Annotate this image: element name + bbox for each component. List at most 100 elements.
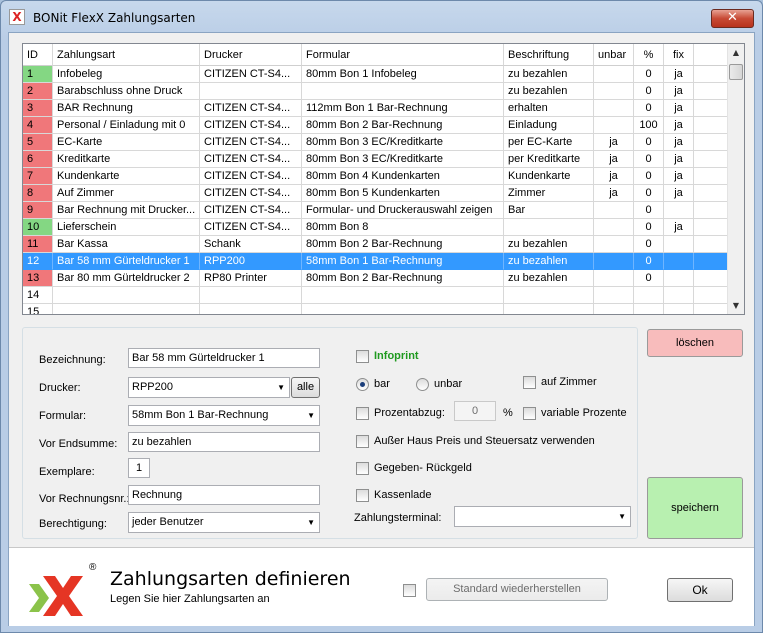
standard-restore-button[interactable]: Standard wiederherstellen [426, 578, 608, 601]
table-row[interactable]: 9 Bar Rechnung mit Drucker... CITIZEN CT-S… [23, 202, 729, 219]
prozentabzug-checkbox[interactable] [356, 407, 369, 420]
col-header-formular[interactable]: Formular [302, 44, 504, 66]
col-header-zahlungsart[interactable]: Zahlungsart [53, 44, 200, 66]
cell-unbar [594, 100, 634, 117]
cell-unbar [594, 83, 634, 100]
table-row[interactable]: 3 BAR Rechnung CITIZEN CT-S4... 112mm Bon 1… [23, 100, 729, 117]
auf-zimmer-label: auf Zimmer [541, 376, 597, 388]
cell-fix: ja [664, 185, 694, 202]
table-row[interactable]: 11 Bar Kassa Schank 80mm Bon 2 Bar-Rechnung… [23, 236, 729, 253]
cell-fix: ja [664, 219, 694, 236]
cell-formular: 80mm Bon 2 Bar-Rechnung [302, 117, 504, 134]
col-header-unbar[interactable]: unbar [594, 44, 634, 66]
table-row[interactable]: 12 Bar 58 mm Gürteldrucker 1 RPP200 58mm Bo… [23, 253, 729, 270]
col-header-fix[interactable]: fix [664, 44, 694, 66]
cell-id: 13 [23, 270, 53, 287]
ausser-haus-checkbox[interactable] [356, 435, 369, 448]
cell-filler [694, 151, 729, 168]
scroll-up-icon[interactable]: ▲ [728, 44, 744, 61]
cell-formular: 112mm Bon 1 Bar-Rechnung [302, 100, 504, 117]
table-row[interactable]: 8 Auf Zimmer CITIZEN CT-S4... 80mm Bon 5 Ku… [23, 185, 729, 202]
alle-button[interactable]: alle [291, 377, 320, 398]
footer-title: Zahlungsarten definieren [110, 568, 351, 590]
cell-beschriftung: zu bezahlen [504, 253, 594, 270]
bar-radio[interactable] [356, 378, 369, 391]
col-header-drucker[interactable]: Drucker [200, 44, 302, 66]
cell-filler [694, 202, 729, 219]
prozentabzug-input[interactable]: 0 [454, 401, 496, 421]
table-row[interactable]: 1 Infobeleg CITIZEN CT-S4... 80mm Bon 1 Inf… [23, 66, 729, 83]
cell-unbar: ja [594, 168, 634, 185]
rechnungsnr-input[interactable]: Rechnung [128, 485, 320, 505]
cell-formular [302, 83, 504, 100]
drucker-select[interactable]: RPP200 ▼ [128, 377, 290, 398]
cell-formular: 80mm Bon 5 Kundenkarten [302, 185, 504, 202]
table-row[interactable]: 13 Bar 80 mm Gürteldrucker 2 RP80 Printer 8… [23, 270, 729, 287]
cell-percent: 0 [634, 236, 664, 253]
table-row[interactable]: 7 Kundenkarte CITIZEN CT-S4... 80mm Bon 4 K… [23, 168, 729, 185]
table-row[interactable]: 5 EC-Karte CITIZEN CT-S4... 80mm Bon 3 EC/K… [23, 134, 729, 151]
close-button[interactable]: ✕ [711, 9, 754, 28]
scroll-down-icon[interactable]: ▼ [728, 297, 744, 314]
col-header-beschriftung[interactable]: Beschriftung [504, 44, 594, 66]
cell-formular: Formular- und Druckerauswahl zeigen [302, 202, 504, 219]
exemplare-input[interactable]: 1 [128, 458, 150, 478]
cell-formular: 80mm Bon 2 Bar-Rechnung [302, 270, 504, 287]
cell-filler [694, 219, 729, 236]
cell-zahlungsart: Auf Zimmer [53, 185, 200, 202]
ok-button[interactable]: Ok [667, 578, 733, 602]
speichern-button[interactable]: speichern [647, 477, 743, 539]
cell-zahlungsart: Bar Rechnung mit Drucker... [53, 202, 200, 219]
cell-beschriftung: Kundenkarte [504, 168, 594, 185]
cell-filler [694, 270, 729, 287]
cell-unbar: ja [594, 134, 634, 151]
cell-unbar [594, 253, 634, 270]
zahlungsterminal-select[interactable]: ▼ [454, 506, 631, 527]
endsumme-label: Vor Endsumme: [39, 438, 118, 450]
col-header-filler [694, 44, 729, 66]
chevron-down-icon: ▼ [307, 411, 315, 420]
table-row[interactable]: 2 Barabschluss ohne Druck zu bezahlen 0 ja [23, 83, 729, 100]
table-row[interactable]: 4 Personal / Einladung mit 0 CITIZEN CT-S4… [23, 117, 729, 134]
cell-beschriftung [504, 287, 594, 304]
kassenlade-checkbox[interactable] [356, 489, 369, 502]
grid-body: ID Zahlungsart Drucker Formular Beschrif… [23, 44, 729, 314]
cell-drucker: CITIZEN CT-S4... [200, 219, 302, 236]
infoprint-checkbox[interactable] [356, 350, 369, 363]
cell-formular: 80mm Bon 1 Infobeleg [302, 66, 504, 83]
app-icon: X [9, 9, 25, 25]
unbar-radio[interactable] [416, 378, 429, 391]
cell-id: 12 [23, 253, 53, 270]
cell-id: 4 [23, 117, 53, 134]
cell-percent: 0 [634, 185, 664, 202]
berechtigung-select-value: jeder Benutzer [132, 516, 204, 528]
cell-fix: ja [664, 117, 694, 134]
scroll-thumb[interactable] [729, 64, 743, 80]
col-header-id[interactable]: ID [23, 44, 53, 66]
formular-select[interactable]: 58mm Bon 1 Bar-Rechnung ▼ [128, 405, 320, 426]
gegeben-checkbox[interactable] [356, 462, 369, 475]
endsumme-input[interactable]: zu bezahlen [128, 432, 320, 452]
table-row[interactable]: 10 Lieferschein CITIZEN CT-S4... 80mm Bon 8… [23, 219, 729, 236]
variable-prozente-checkbox[interactable] [523, 407, 536, 420]
grid-vertical-scrollbar[interactable]: ▲ ▼ [727, 44, 744, 314]
title-bar[interactable]: X BONit FlexX Zahlungsarten ✕ [1, 1, 762, 31]
kassenlade-label: Kassenlade [374, 489, 432, 501]
cell-drucker: CITIZEN CT-S4... [200, 117, 302, 134]
berechtigung-label: Berechtigung: [39, 518, 107, 530]
table-row[interactable]: 15 [23, 304, 729, 314]
cell-drucker: CITIZEN CT-S4... [200, 100, 302, 117]
col-header-percent[interactable]: % [634, 44, 664, 66]
bezeichnung-input[interactable]: Bar 58 mm Gürteldrucker 1 [128, 348, 320, 368]
loeschen-button[interactable]: löschen [647, 329, 743, 357]
berechtigung-select[interactable]: jeder Benutzer ▼ [128, 512, 320, 533]
cell-zahlungsart: Bar 80 mm Gürteldrucker 2 [53, 270, 200, 287]
auf-zimmer-checkbox[interactable] [523, 376, 536, 389]
cell-beschriftung: Einladung [504, 117, 594, 134]
table-row[interactable]: 6 Kreditkarte CITIZEN CT-S4... 80mm Bon 3 E… [23, 151, 729, 168]
cell-unbar [594, 219, 634, 236]
table-row[interactable]: 14 [23, 287, 729, 304]
cell-percent: 100 [634, 117, 664, 134]
cell-unbar [594, 287, 634, 304]
standard-checkbox[interactable] [403, 584, 416, 597]
